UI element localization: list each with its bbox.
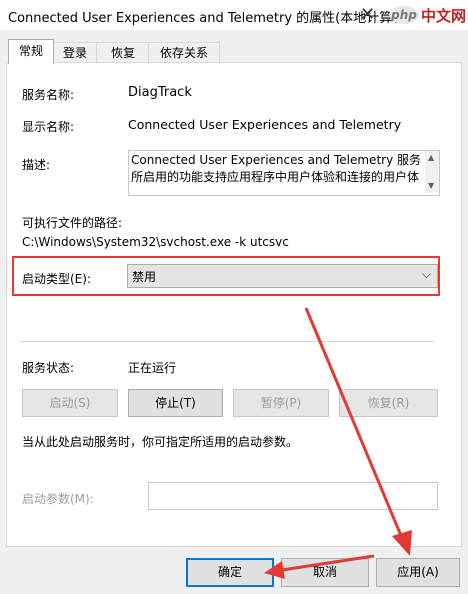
tab-logon[interactable]: 登录 bbox=[52, 42, 98, 63]
pause-service-button[interactable]: 暂停(P) bbox=[233, 389, 329, 417]
watermark-badge: php bbox=[389, 6, 419, 24]
start-params-hint: 当从此处启动服务时，你可指定所适用的启动参数。 bbox=[22, 435, 299, 449]
startup-type-select[interactable]: 禁用 ⌵ bbox=[127, 264, 438, 288]
stop-service-button[interactable]: 停止(T) bbox=[128, 389, 223, 417]
tab-recovery[interactable]: 恢复 bbox=[96, 42, 150, 63]
description-textbox[interactable]: Connected User Experiences and Telemetry… bbox=[128, 150, 440, 196]
description-label: 描述: bbox=[22, 158, 51, 172]
start-params-label: 启动参数(M): bbox=[22, 492, 94, 506]
description-text: Connected User Experiences and Telemetry… bbox=[131, 153, 421, 184]
service-name-value: DiagTrack bbox=[128, 85, 192, 100]
divider bbox=[20, 341, 434, 342]
startup-type-label: 启动类型(E): bbox=[22, 272, 91, 286]
close-icon[interactable]: ✕ bbox=[360, 4, 375, 25]
scroll-up-icon[interactable]: ▲ bbox=[428, 153, 434, 162]
tab-general[interactable]: 常规 bbox=[8, 39, 54, 64]
watermark-logo: php 中文网 bbox=[389, 4, 467, 26]
cancel-button[interactable]: 取消 bbox=[281, 558, 369, 587]
scroll-down-icon[interactable]: ▼ bbox=[428, 181, 434, 190]
display-name-value: Connected User Experiences and Telemetry bbox=[128, 117, 402, 132]
watermark-text: 中文网 bbox=[421, 7, 467, 25]
window-title: Connected User Experiences and Telemetry… bbox=[8, 11, 411, 26]
service-status-value: 正在运行 bbox=[128, 361, 177, 375]
exe-path-value: C:\Windows\System32\svchost.exe -k utcsv… bbox=[22, 235, 289, 249]
display-name-label: 显示名称: bbox=[22, 120, 75, 134]
apply-button[interactable]: 应用(A) bbox=[376, 558, 460, 587]
ok-button[interactable]: 确定 bbox=[186, 558, 274, 587]
tab-dependencies[interactable]: 依存关系 bbox=[148, 42, 220, 63]
start-params-input[interactable] bbox=[148, 482, 438, 510]
description-scrollbar[interactable]: ▲ ▼ bbox=[425, 151, 439, 193]
resume-service-button[interactable]: 恢复(R) bbox=[339, 389, 438, 417]
start-service-button[interactable]: 启动(S) bbox=[22, 389, 118, 417]
service-name-label: 服务名称: bbox=[22, 88, 75, 102]
service-status-label: 服务状态: bbox=[22, 361, 75, 375]
title-bar: Connected User Experiences and Telemetry… bbox=[0, 0, 468, 30]
exe-path-label: 可执行文件的路径: bbox=[22, 216, 123, 230]
tab-panel-general bbox=[6, 62, 462, 547]
chevron-down-icon: ⌵ bbox=[421, 267, 431, 281]
startup-type-value: 禁用 bbox=[132, 270, 157, 284]
